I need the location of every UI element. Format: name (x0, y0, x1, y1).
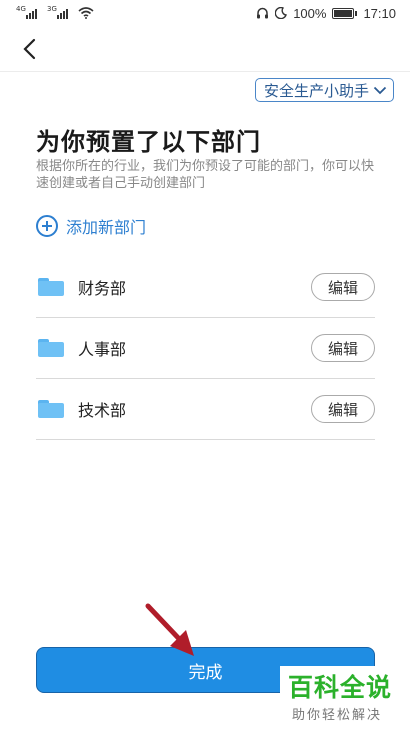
assistant-label: 安全生产小助手 (263, 81, 369, 100)
department-row: 财务部 编辑 (36, 257, 375, 318)
watermark-title: 百科全说 (288, 673, 393, 702)
signal-icon: 3G (47, 5, 68, 19)
add-department-label: 添加新部门 (66, 218, 147, 237)
moon-icon (275, 7, 288, 19)
back-button[interactable] (14, 34, 44, 64)
folder-icon (38, 400, 64, 418)
add-circle-icon (36, 215, 58, 237)
folder-icon (38, 339, 64, 357)
edit-button[interactable]: 编辑 (311, 334, 375, 362)
watermark: 百科全说 助你轻松解决 (280, 666, 410, 730)
department-row: 技术部 编辑 (36, 379, 375, 440)
add-department-button[interactable]: 添加新部门 (36, 214, 146, 238)
signal-icon: 4G (16, 5, 37, 19)
edit-button[interactable]: 编辑 (311, 395, 375, 423)
watermark-subtitle: 助你轻松解决 (292, 708, 383, 723)
clock: 17:10 (363, 5, 396, 21)
top-nav (0, 26, 410, 72)
battery-percent: 100% (293, 5, 327, 21)
battery-icon (332, 7, 358, 19)
department-list: 财务部 编辑 人事部 编辑 技术部 编辑 (36, 257, 375, 440)
annotation-arrow-icon (145, 603, 194, 656)
status-left: 4G 3G (16, 5, 94, 19)
wifi-icon (78, 7, 94, 19)
status-bar: 4G 3G 100% 17:10 (0, 0, 410, 26)
signal-gen-label: 4G (16, 5, 26, 13)
department-name: 技术部 (78, 401, 127, 420)
chevron-down-icon (373, 86, 387, 94)
page-description: 根据你所在的行业，我们为你预设了可能的部门，你可以快速创建或者自己手动创建部门 (36, 159, 375, 191)
folder-icon (38, 278, 64, 296)
assistant-dropdown[interactable]: 安全生产小助手 (254, 78, 394, 102)
signal-gen-label: 3G (47, 5, 57, 13)
headset-icon (257, 7, 269, 18)
department-row: 人事部 编辑 (36, 318, 375, 379)
department-name: 人事部 (78, 340, 127, 359)
department-name: 财务部 (78, 279, 127, 298)
page-title: 为你预置了以下部门 (36, 128, 261, 156)
status-right: 100% 17:10 (256, 6, 396, 21)
back-arrow-icon (23, 38, 36, 60)
edit-button[interactable]: 编辑 (311, 273, 375, 301)
